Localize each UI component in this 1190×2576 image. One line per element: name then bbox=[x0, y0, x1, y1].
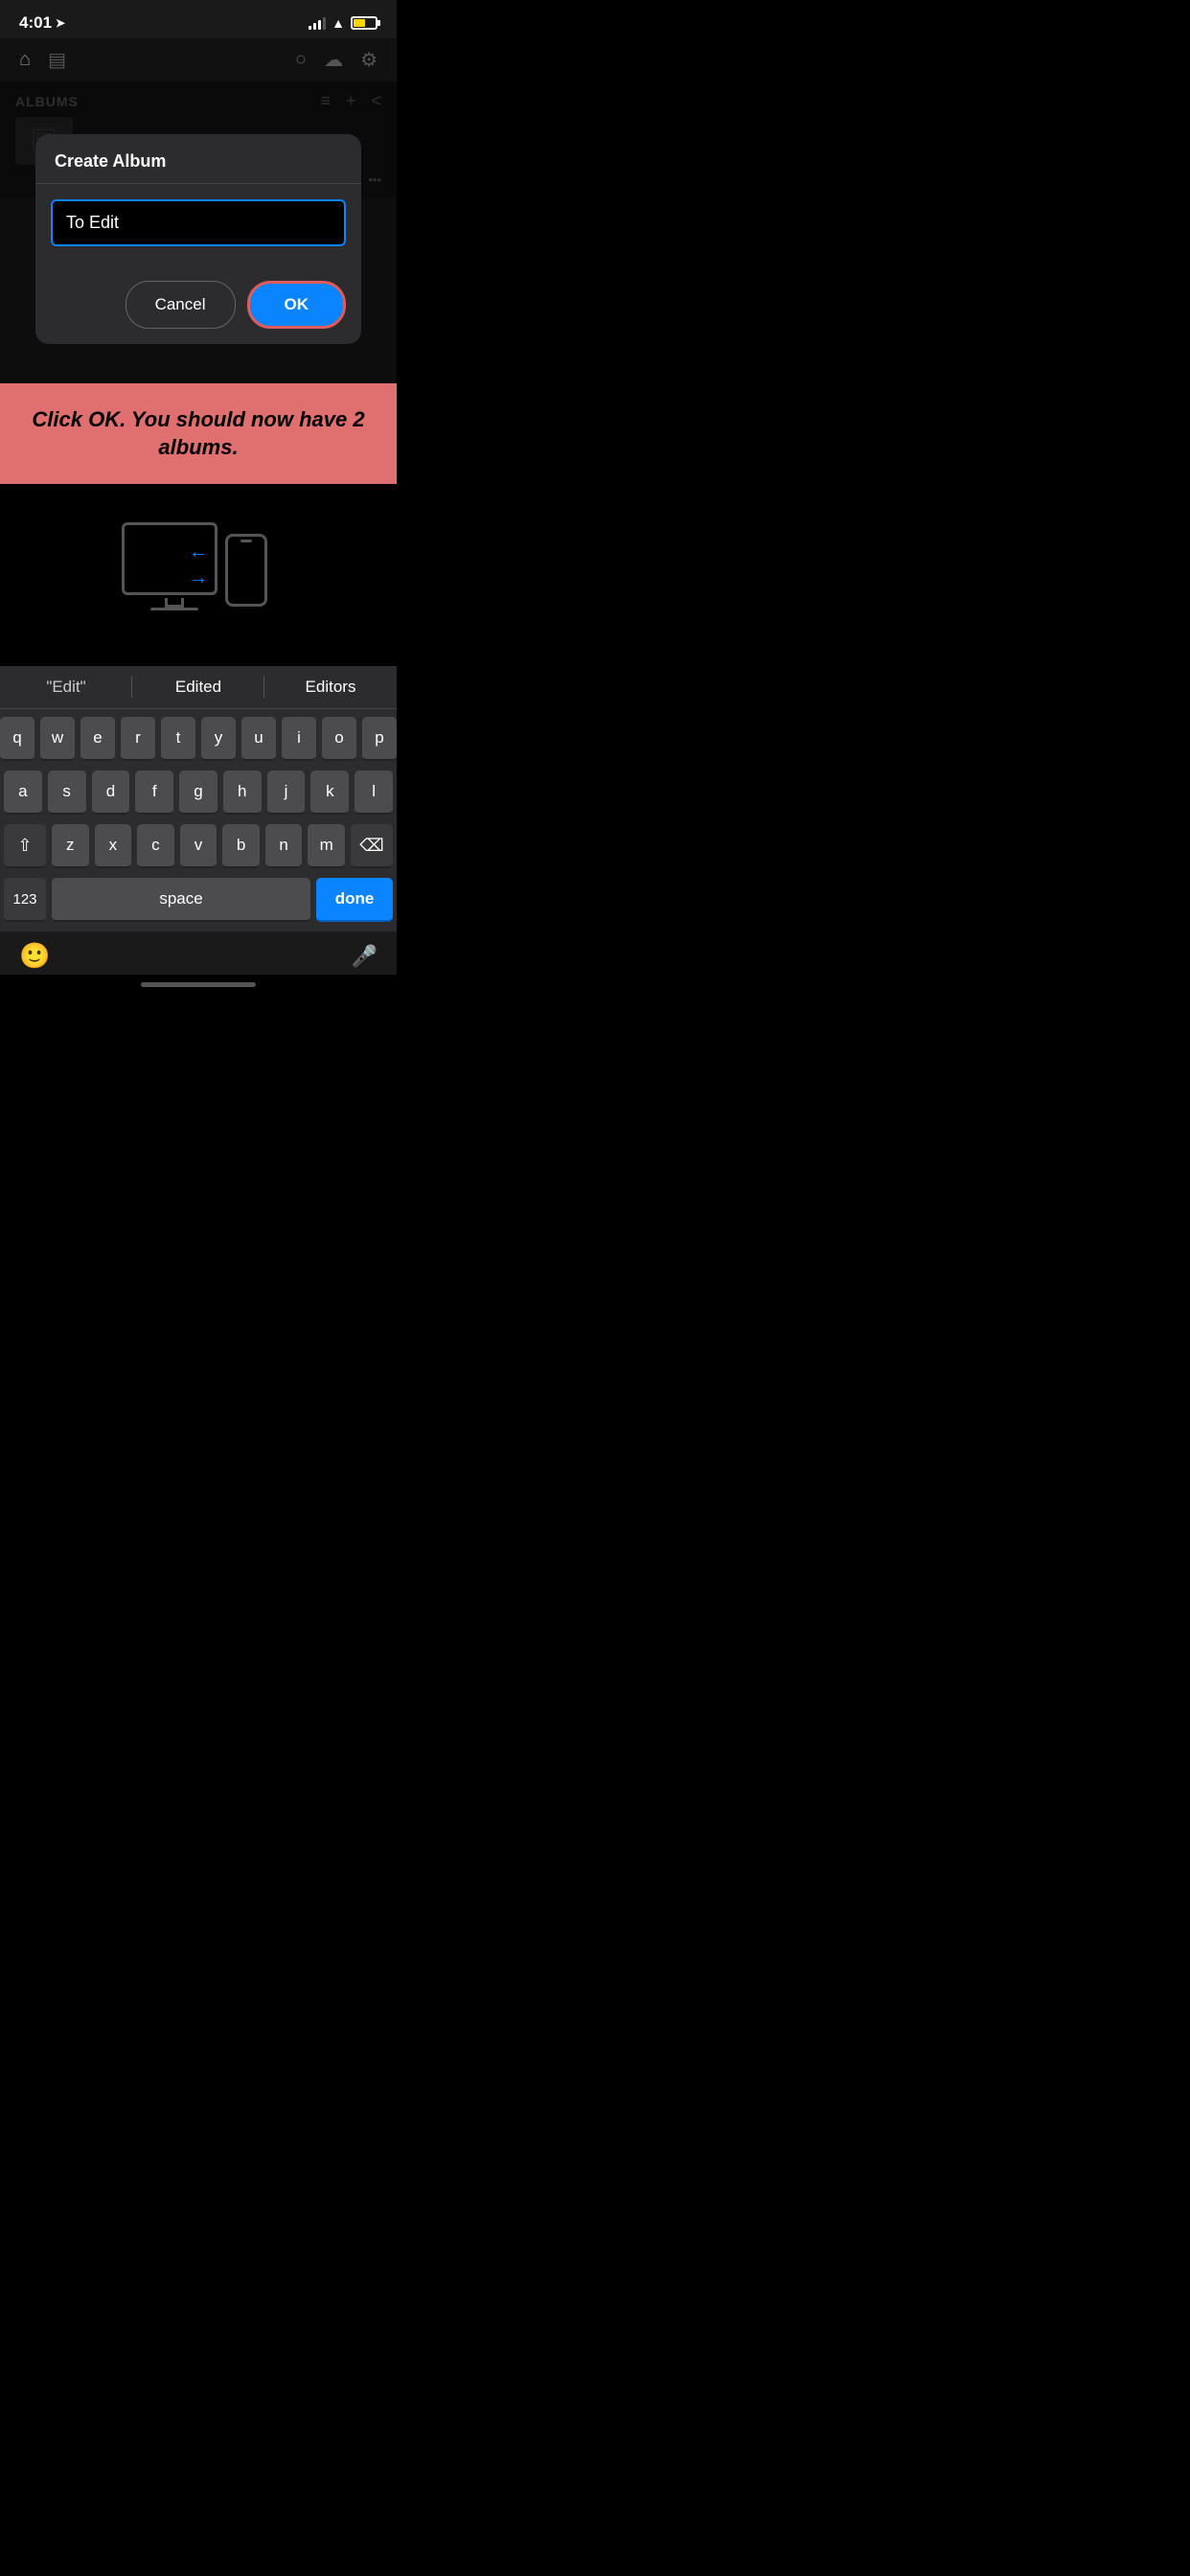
home-bar bbox=[141, 982, 256, 987]
keyboard-row-2: a s d f g h j k l bbox=[4, 770, 393, 815]
modal-divider bbox=[35, 183, 361, 184]
predictive-item-1[interactable]: "Edit" bbox=[0, 674, 132, 701]
key-m[interactable]: m bbox=[308, 824, 345, 868]
keyboard-row-1: q w e r t y u i o p bbox=[4, 717, 393, 761]
key-i[interactable]: i bbox=[282, 717, 316, 761]
monitor-base bbox=[150, 608, 198, 610]
shift-key[interactable]: ⇧ bbox=[4, 824, 46, 868]
key-x[interactable]: x bbox=[95, 824, 132, 868]
album-name-input[interactable] bbox=[51, 199, 346, 246]
keyboard: q w e r t y u i o p a s d f g h j k l ⇧ … bbox=[0, 709, 397, 932]
key-r[interactable]: r bbox=[121, 717, 155, 761]
modal-body bbox=[35, 199, 361, 281]
key-v[interactable]: v bbox=[180, 824, 217, 868]
keyboard-extras: 🙂 🎤 bbox=[0, 932, 397, 975]
create-album-modal: Create Album Cancel OK bbox=[35, 134, 361, 344]
key-o[interactable]: o bbox=[322, 717, 356, 761]
key-t[interactable]: t bbox=[161, 717, 195, 761]
instruction-banner: Click OK. You should now have 2 albums. bbox=[0, 383, 397, 484]
sync-illustration: ← → bbox=[112, 513, 285, 647]
delete-key[interactable]: ⌫ bbox=[351, 824, 393, 868]
modal-title-bar: Create Album bbox=[35, 134, 361, 183]
status-time: 4:01 ➤ bbox=[19, 13, 65, 33]
modal-buttons: Cancel OK bbox=[35, 281, 361, 344]
numbers-key[interactable]: 123 bbox=[4, 878, 46, 922]
ok-button[interactable]: OK bbox=[247, 281, 347, 329]
arrow-left-icon: ← bbox=[189, 541, 208, 564]
app-background: ⌂ ▤ ○ ☁ ⚙ ALBUMS ≡ + < 🖼 ••• Create Albu… bbox=[0, 38, 397, 383]
microphone-icon[interactable]: 🎤 bbox=[352, 944, 378, 969]
key-l[interactable]: l bbox=[355, 770, 393, 815]
arrow-right-icon: → bbox=[189, 567, 208, 589]
key-p[interactable]: p bbox=[362, 717, 397, 761]
predictive-item-3[interactable]: Editors bbox=[264, 674, 397, 701]
keyboard-row-3: ⇧ z x c v b n m ⌫ bbox=[4, 824, 393, 868]
key-f[interactable]: f bbox=[135, 770, 173, 815]
key-a[interactable]: a bbox=[4, 770, 42, 815]
status-icons: ▲ bbox=[309, 15, 378, 31]
sync-illustration-area: ← → bbox=[0, 484, 397, 666]
predictive-item-2[interactable]: Edited bbox=[132, 674, 264, 701]
key-z[interactable]: z bbox=[52, 824, 89, 868]
keyboard-bottom-row: 123 space done bbox=[4, 878, 393, 922]
key-j[interactable]: j bbox=[267, 770, 306, 815]
status-bar: 4:01 ➤ ▲ bbox=[0, 0, 397, 38]
battery-icon bbox=[351, 16, 378, 30]
key-c[interactable]: c bbox=[137, 824, 174, 868]
emoji-icon[interactable]: 🙂 bbox=[19, 941, 50, 971]
key-s[interactable]: s bbox=[48, 770, 86, 815]
predictive-text-bar: "Edit" Edited Editors bbox=[0, 666, 397, 709]
instruction-text: Click OK. You should now have 2 albums. bbox=[29, 406, 368, 461]
monitor-stand bbox=[165, 598, 184, 608]
cancel-button[interactable]: Cancel bbox=[126, 281, 236, 329]
home-indicator bbox=[0, 975, 397, 999]
key-q[interactable]: q bbox=[0, 717, 34, 761]
key-n[interactable]: n bbox=[265, 824, 303, 868]
phone-icon bbox=[225, 534, 267, 607]
modal-overlay: Create Album Cancel OK bbox=[0, 38, 397, 383]
key-b[interactable]: b bbox=[222, 824, 260, 868]
done-key[interactable]: done bbox=[316, 878, 393, 922]
key-h[interactable]: h bbox=[223, 770, 262, 815]
key-k[interactable]: k bbox=[310, 770, 349, 815]
space-key[interactable]: space bbox=[52, 878, 310, 922]
time-display: 4:01 bbox=[19, 13, 52, 33]
key-e[interactable]: e bbox=[80, 717, 115, 761]
key-y[interactable]: y bbox=[201, 717, 236, 761]
location-arrow-icon: ➤ bbox=[56, 16, 65, 30]
key-w[interactable]: w bbox=[40, 717, 75, 761]
key-g[interactable]: g bbox=[179, 770, 217, 815]
sync-arrows: ← → bbox=[189, 541, 208, 589]
signal-icon bbox=[309, 16, 326, 30]
key-u[interactable]: u bbox=[241, 717, 276, 761]
key-d[interactable]: d bbox=[92, 770, 130, 815]
phone-speaker bbox=[240, 540, 252, 542]
wifi-icon: ▲ bbox=[332, 15, 345, 31]
modal-title: Create Album bbox=[55, 151, 342, 172]
